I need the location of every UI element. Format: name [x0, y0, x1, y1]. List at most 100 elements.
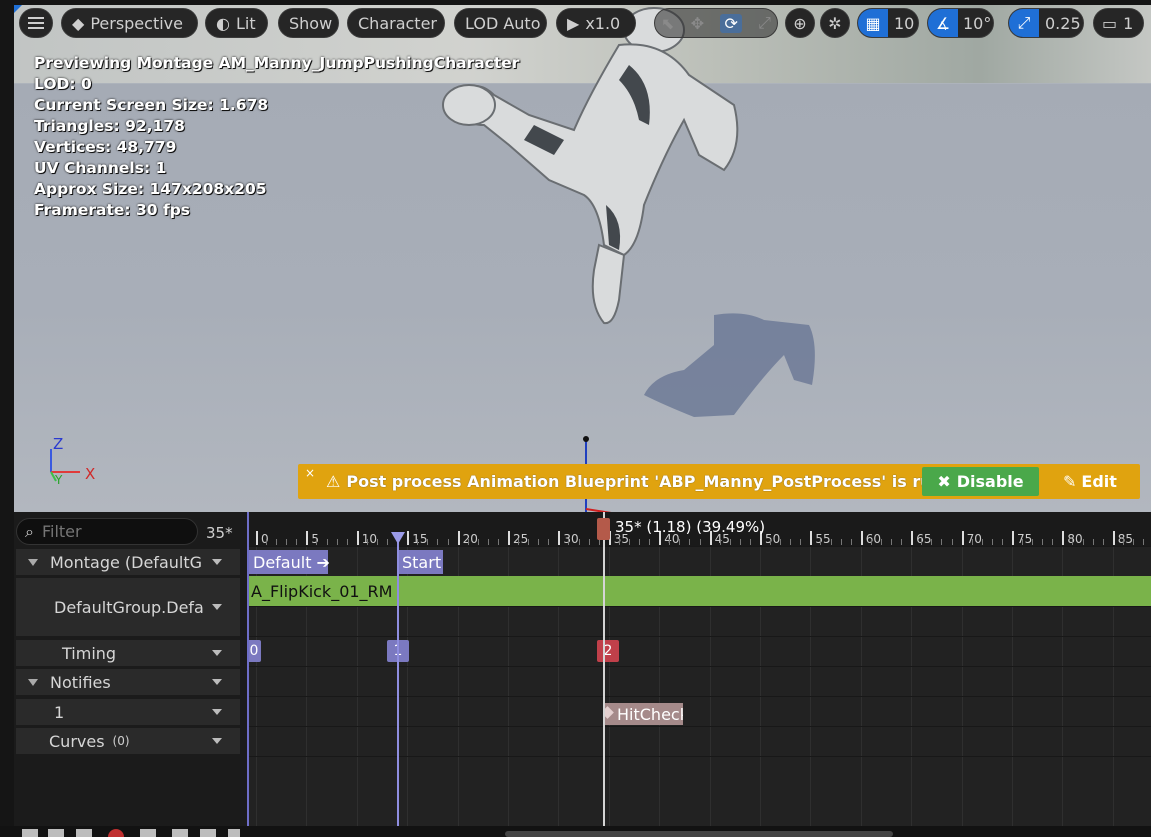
track-montage[interactable]: Montage (DefaultG: [16, 549, 240, 575]
expand-arrow-icon: [28, 558, 38, 566]
sphere-icon: ◐: [216, 13, 230, 33]
camera-icon: ▭: [1102, 13, 1118, 33]
track-default-group[interactable]: DefaultGroup.Defa: [16, 578, 240, 636]
edit-label: Edit: [1081, 472, 1117, 491]
stats-framerate: Framerate: 30 fps: [34, 201, 191, 219]
axis-z-label: Z: [53, 435, 64, 453]
disable-label: Disable: [956, 472, 1024, 491]
transform-tools: ⬉ ✥ ⟳ ⤢: [654, 8, 778, 38]
current-frame-readout: 35*: [206, 524, 233, 542]
track-timing[interactable]: Timing: [16, 640, 240, 666]
track-curves[interactable]: Curves (0): [16, 728, 240, 754]
viewport-options-button[interactable]: [19, 8, 53, 38]
timing-marker-2[interactable]: 2: [597, 640, 619, 662]
lit-button[interactable]: ◐ Lit: [205, 8, 268, 38]
timeline-tracks: [247, 512, 1151, 837]
rotate-icon[interactable]: ⟳: [720, 13, 742, 33]
pause-icon[interactable]: [140, 829, 156, 837]
skip-start-icon[interactable]: [22, 829, 38, 837]
character-button[interactable]: Character: [347, 8, 445, 38]
select-icon[interactable]: ⬉: [661, 14, 674, 33]
track-separator: [247, 666, 1151, 667]
character-shadow: [644, 313, 815, 417]
filter-input[interactable]: [39, 521, 174, 542]
filter-box[interactable]: ⌕: [16, 518, 198, 545]
grid-snap-button[interactable]: ▦ 10: [857, 8, 919, 38]
section-start-label: Start: [402, 552, 442, 572]
rotation-snap-button[interactable]: ∡ 10°: [927, 8, 994, 38]
scale-snap-icon: ⤢: [1009, 9, 1039, 37]
angle-icon: ∡: [928, 9, 958, 37]
surface-snap-toggle[interactable]: ✲: [820, 8, 850, 38]
section-start[interactable]: Start: [398, 550, 443, 574]
dropdown-icon[interactable]: [212, 604, 222, 610]
anim-segment[interactable]: A_FlipKick_01_RM: [249, 576, 1151, 606]
track-separator: [247, 726, 1151, 727]
track-notifies[interactable]: Notifies: [16, 669, 240, 695]
show-label: Show: [289, 13, 333, 33]
disable-button[interactable]: ✖ Disable: [922, 467, 1039, 496]
cube-icon: ◆: [72, 13, 85, 33]
stats-lod: LOD: 0: [34, 75, 92, 93]
stats-screen-size: Current Screen Size: 1.678: [34, 96, 269, 114]
scrubber-time-label: 35* (1.18) (39.49%): [615, 518, 766, 536]
show-button[interactable]: Show: [278, 8, 339, 38]
timing-marker-0-label: 0: [249, 643, 259, 659]
character-label: Character: [358, 13, 437, 33]
globe-icon: ⊕: [793, 13, 807, 33]
timeline-scrollbar[interactable]: [505, 831, 893, 837]
translate-icon[interactable]: ✥: [691, 14, 704, 33]
viewport-corner-marker: [14, 5, 22, 13]
play-speed-button[interactable]: ▶ x1.0: [556, 8, 636, 38]
scale-snap-button[interactable]: ⤢ 0.25: [1008, 8, 1084, 38]
axis-x-label: X: [85, 465, 96, 483]
scrubber-line: [603, 512, 605, 837]
viewport[interactable]: Z X Y Previewing Montage AM_Manny_JumpPu…: [14, 5, 1151, 512]
dropdown-icon[interactable]: [212, 738, 222, 744]
camera-speed-button[interactable]: ▭ 1: [1093, 8, 1144, 38]
banner-close-button[interactable]: ×: [305, 466, 315, 480]
notify-hitcheck[interactable]: HitCheck: [605, 703, 683, 725]
stats-triangles: Triangles: 92,178: [34, 117, 185, 135]
track-notifies-label: Notifies: [50, 672, 111, 692]
banner-message: Post process Animation Blueprint 'ABP_Ma…: [346, 472, 989, 491]
edit-button[interactable]: ✎ Edit: [1063, 467, 1133, 496]
disable-icon: ✖: [937, 472, 951, 491]
track-group-label: DefaultGroup.Defa: [54, 597, 204, 617]
grid-size-value: 10: [894, 13, 915, 33]
step-back-icon[interactable]: [48, 829, 64, 837]
track-timing-label: Timing: [62, 643, 117, 663]
pencil-icon: ✎: [1063, 472, 1077, 491]
dropdown-icon[interactable]: [212, 679, 222, 685]
timeline-area[interactable]: 0 5 10 15 20 25 30 35 40 45 50 55 60 65 70 75 80 85 Defau…: [247, 512, 1151, 837]
perspective-button[interactable]: ◆ Perspective: [61, 8, 198, 38]
section-default[interactable]: Default ➔: [249, 550, 330, 574]
track-montage-label: Montage (DefaultG: [50, 552, 202, 572]
scrubber-handle[interactable]: [597, 518, 610, 540]
dropdown-icon[interactable]: [212, 709, 222, 715]
lod-button[interactable]: LOD Auto: [454, 8, 547, 38]
track-notify-1[interactable]: 1: [16, 699, 240, 725]
timing-marker-0[interactable]: 0: [247, 640, 261, 662]
world-local-toggle[interactable]: ⊕: [785, 8, 815, 38]
postprocess-warning-banner: × ⚠ Post process Animation Blueprint 'AB…: [298, 464, 1140, 499]
step-forward-icon[interactable]: [172, 829, 188, 837]
track-separator: [247, 636, 1151, 637]
stats-vertices: Vertices: 48,779: [34, 138, 177, 156]
play-reverse-icon[interactable]: [76, 829, 92, 837]
search-icon: ⌕: [25, 521, 34, 541]
montage-editor-panel: ⌕ 35* Montage (DefaultG DefaultGroup.Def…: [14, 512, 1151, 837]
loop-icon[interactable]: [228, 829, 240, 837]
dropdown-icon[interactable]: [212, 650, 222, 656]
section-handle[interactable]: [391, 532, 405, 544]
notify-hitcheck-label: HitCheck: [617, 704, 683, 724]
record-icon[interactable]: [108, 829, 124, 837]
perspective-label: Perspective: [90, 13, 183, 33]
expand-arrow-icon: [28, 678, 38, 686]
lit-label: Lit: [235, 13, 256, 33]
dropdown-icon[interactable]: [212, 559, 222, 565]
skip-end-icon[interactable]: [200, 829, 216, 837]
rotation-snap-value: 10°: [963, 13, 992, 33]
scale-icon[interactable]: ⤢: [758, 13, 771, 33]
track-separator: [247, 756, 1151, 757]
